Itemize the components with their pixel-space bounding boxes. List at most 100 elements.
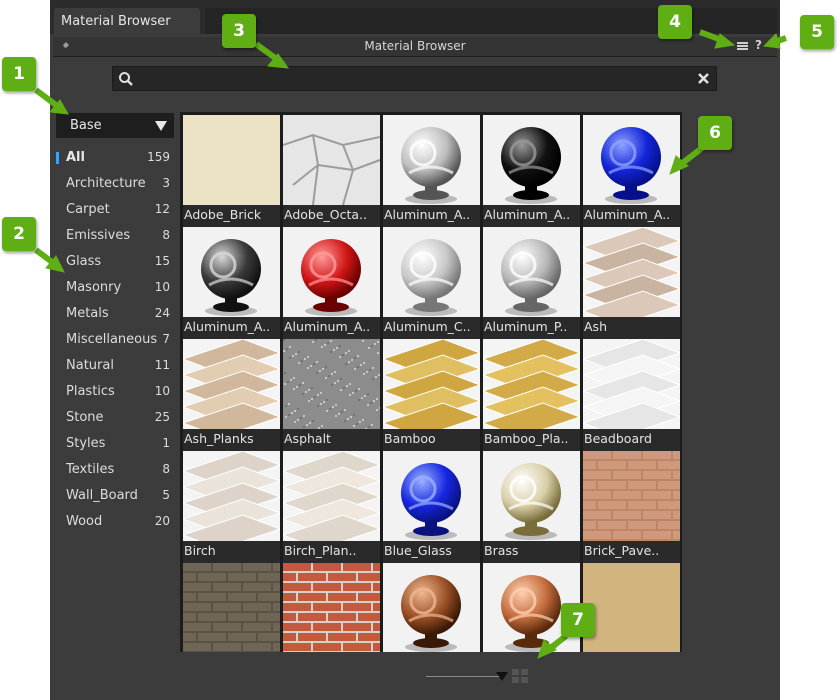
category-count: 12 bbox=[154, 202, 170, 216]
category-item-carpet[interactable]: Carpet 12 bbox=[56, 197, 176, 223]
category-item-masonry[interactable]: Masonry 10 bbox=[56, 275, 176, 301]
material-tile[interactable]: Aluminum_P.. bbox=[483, 227, 580, 339]
material-tile[interactable]: Adobe_Octa.. bbox=[283, 115, 380, 227]
material-thumbnail bbox=[483, 115, 580, 205]
material-label: Birch bbox=[184, 543, 216, 558]
material-preview-image bbox=[283, 563, 380, 652]
material-thumbnail bbox=[383, 115, 480, 205]
material-preview-image bbox=[483, 451, 580, 541]
category-label: Natural bbox=[66, 358, 114, 373]
material-thumbnail bbox=[583, 563, 680, 652]
callout-6: 6 bbox=[698, 116, 732, 150]
category-label: Stone bbox=[66, 410, 104, 425]
hamburger-menu-icon[interactable] bbox=[737, 40, 748, 52]
category-count: 11 bbox=[154, 358, 170, 372]
material-tile[interactable]: Aluminum_A.. bbox=[383, 115, 480, 227]
category-item-styles[interactable]: Styles 1 bbox=[56, 431, 176, 457]
category-item-plastics[interactable]: Plastics 10 bbox=[56, 379, 176, 405]
material-label: Asphalt bbox=[284, 431, 331, 446]
category-item-natural[interactable]: Natural 11 bbox=[56, 353, 176, 379]
slider-handle[interactable] bbox=[496, 672, 508, 681]
category-item-wood[interactable]: Wood 20 bbox=[56, 509, 176, 535]
material-tile[interactable]: Ash bbox=[583, 227, 680, 339]
material-tile[interactable]: Adobe_Brick bbox=[183, 115, 280, 227]
material-tile[interactable]: Bamboo bbox=[383, 339, 480, 451]
material-tile[interactable]: Blue_Glass bbox=[383, 451, 480, 563]
material-tile[interactable]: Brick_Pave.. bbox=[583, 451, 680, 563]
material-label: Aluminum_A.. bbox=[584, 207, 671, 222]
material-tile[interactable]: Bamboo_Pla.. bbox=[483, 339, 580, 451]
material-tile[interactable]: Aluminum_A.. bbox=[183, 227, 280, 339]
search-input[interactable] bbox=[137, 67, 701, 92]
material-tile[interactable]: Aluminum_A.. bbox=[583, 115, 680, 227]
library-dropdown[interactable]: Base bbox=[56, 113, 174, 138]
material-thumbnail bbox=[383, 227, 480, 317]
material-preview-image bbox=[383, 227, 480, 317]
category-label: Plastics bbox=[66, 384, 115, 399]
category-item-stone[interactable]: Stone 25 bbox=[56, 405, 176, 431]
callout-5: 5 bbox=[800, 15, 834, 49]
category-count: 7 bbox=[162, 332, 170, 346]
material-label: Bamboo bbox=[384, 431, 436, 446]
category-item-textiles[interactable]: Textiles 8 bbox=[56, 457, 176, 483]
category-count: 8 bbox=[162, 228, 170, 242]
category-item-miscellaneous[interactable]: Miscellaneous 7 bbox=[56, 327, 176, 353]
material-tile[interactable]: Ash_Planks bbox=[183, 339, 280, 451]
category-item-glass[interactable]: Glass 15 bbox=[56, 249, 176, 275]
category-count: 20 bbox=[154, 514, 170, 528]
material-preview-image bbox=[483, 227, 580, 317]
material-tile[interactable]: Aluminum_C.. bbox=[383, 227, 480, 339]
chevron-down-icon bbox=[155, 121, 167, 131]
category-count: 8 bbox=[162, 462, 170, 476]
material-tile[interactable]: Beadboard bbox=[583, 339, 680, 451]
library-dropdown-value: Base bbox=[70, 118, 102, 133]
category-count: 24 bbox=[154, 306, 170, 320]
material-preview-image bbox=[183, 339, 280, 429]
panel-title-bar: Material Browser ? bbox=[53, 37, 777, 57]
category-label: Textiles bbox=[66, 462, 115, 477]
category-item-emissives[interactable]: Emissives 8 bbox=[56, 223, 176, 249]
material-tile[interactable] bbox=[583, 563, 680, 652]
material-tile[interactable] bbox=[383, 563, 480, 652]
thumbnail-size-slider[interactable] bbox=[426, 672, 508, 681]
tab-material-browser[interactable]: Material Browser bbox=[54, 8, 200, 34]
category-item-all[interactable]: All 159 bbox=[56, 145, 176, 171]
material-tile[interactable]: Aluminum_A.. bbox=[283, 227, 380, 339]
category-count: 15 bbox=[154, 254, 170, 268]
clear-icon[interactable] bbox=[697, 72, 710, 85]
search-icon bbox=[119, 72, 133, 86]
material-tile[interactable]: Asphalt bbox=[283, 339, 380, 451]
category-item-metals[interactable]: Metals 24 bbox=[56, 301, 176, 327]
material-label: Ash bbox=[584, 319, 607, 334]
material-thumbnail bbox=[483, 451, 580, 541]
material-preview-image bbox=[183, 115, 280, 205]
category-count: 25 bbox=[154, 410, 170, 424]
callout-1: 1 bbox=[2, 57, 36, 91]
material-thumbnail bbox=[283, 227, 380, 317]
material-thumbnail bbox=[183, 115, 280, 205]
material-label: Bamboo_Pla.. bbox=[484, 431, 569, 446]
category-item-wall-board[interactable]: Wall_Board 5 bbox=[56, 483, 176, 509]
material-tile[interactable]: Brass bbox=[483, 451, 580, 563]
grid-view-icon[interactable] bbox=[512, 669, 528, 683]
material-tile[interactable]: Birch bbox=[183, 451, 280, 563]
callout-3: 3 bbox=[222, 14, 256, 48]
material-thumbnail bbox=[283, 451, 380, 541]
material-tile[interactable] bbox=[183, 563, 280, 652]
material-preview-image bbox=[483, 115, 580, 205]
material-label: Brass bbox=[484, 543, 519, 558]
material-thumbnail bbox=[183, 339, 280, 429]
help-icon[interactable]: ? bbox=[755, 38, 767, 54]
category-item-architecture[interactable]: Architecture 3 bbox=[56, 171, 176, 197]
material-thumbnail bbox=[583, 227, 680, 317]
material-tile[interactable]: Birch_Plan.. bbox=[283, 451, 380, 563]
material-tile[interactable]: Aluminum_A.. bbox=[483, 115, 580, 227]
material-preview-image bbox=[383, 451, 480, 541]
material-thumbnail bbox=[183, 451, 280, 541]
material-label: Birch_Plan.. bbox=[284, 543, 357, 558]
material-thumbnail bbox=[283, 115, 380, 205]
category-count: 3 bbox=[162, 176, 170, 190]
category-list: All 159 Architecture 3 Carpet 12 Emissives 8 Gla… bbox=[56, 145, 176, 535]
material-thumbnail bbox=[483, 339, 580, 429]
material-tile[interactable] bbox=[283, 563, 380, 652]
